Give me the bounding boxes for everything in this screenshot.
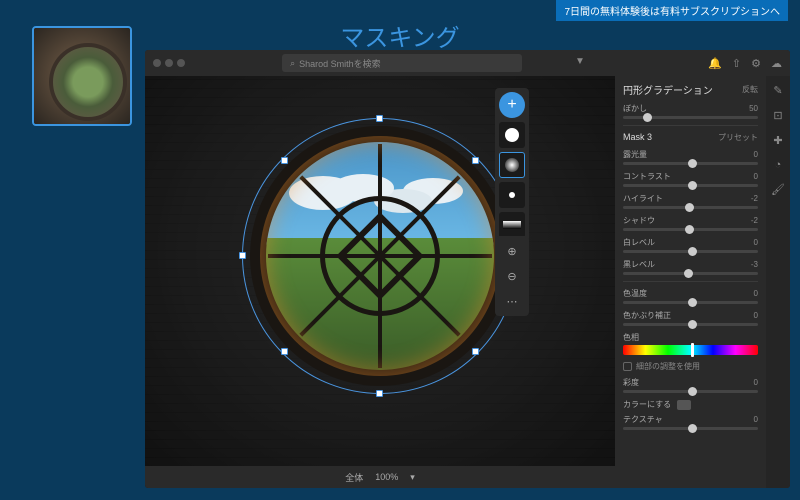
right-tool-strip: ✎ ⊡ ✚ ◔ 🖌: [766, 76, 790, 488]
top-toolbar: ⌕ Sharod Smithを検索 ▼ 🔔 ⇧ ⚙ ☁: [145, 50, 790, 76]
share-icon[interactable]: ⇧: [732, 57, 741, 70]
black-slider[interactable]: [623, 272, 758, 275]
preset-button[interactable]: プリセット: [718, 132, 758, 143]
rose-window: [250, 126, 510, 386]
main-area: + ⊕ ⊖ ⋯ 全体 100% ▾ 円形グラデーション 反転: [145, 76, 790, 488]
temp-label: 色温度: [623, 288, 647, 299]
checkbox-icon: [623, 362, 632, 371]
search-input[interactable]: ⌕ Sharod Smithを検索: [282, 54, 522, 72]
filter-icon[interactable]: ▼: [575, 56, 585, 67]
gear-icon[interactable]: ⚙: [751, 57, 761, 70]
hue-label: 色相: [623, 332, 639, 343]
white-slider[interactable]: [623, 250, 758, 253]
photo: [145, 76, 615, 466]
highlight-value: -2: [751, 194, 758, 203]
black-label: 黒レベル: [623, 259, 655, 270]
mask-tools-panel: ⊕ ⊖ ⋯: [495, 236, 529, 316]
mask-icon[interactable]: ◔: [775, 159, 782, 171]
canvas-bottombar: 全体 100% ▾: [145, 466, 615, 488]
saturation-slider[interactable]: [623, 390, 758, 393]
highlight-slider[interactable]: [623, 206, 758, 209]
search-placeholder: Sharod Smithを検索: [299, 57, 381, 70]
mask-item-4[interactable]: [499, 212, 525, 238]
texture-label: テクスチャ: [623, 414, 663, 425]
detail-checkbox[interactable]: 細部の調整を使用: [623, 361, 758, 372]
chevron-down-icon[interactable]: ▾: [410, 472, 415, 483]
mask-name-label: Mask 3: [623, 132, 652, 143]
mask-tool-add-icon[interactable]: ⊕: [499, 240, 525, 262]
panel-title: 円形グラデーション: [623, 82, 713, 97]
color-swatch[interactable]: [677, 400, 691, 410]
exposure-label: 露光量: [623, 149, 647, 160]
cloud-icon[interactable]: ☁: [771, 57, 782, 70]
tint-label: 色かぶり補正: [623, 310, 671, 321]
white-label: 白レベル: [623, 237, 655, 248]
thumbnail-image: [34, 28, 130, 124]
texture-value: 0: [754, 415, 758, 424]
zoom-level[interactable]: 100%: [375, 472, 398, 482]
black-value: -3: [751, 260, 758, 269]
feature-title: マスキング: [340, 18, 459, 53]
shadow-label: シャドウ: [623, 215, 655, 226]
shadow-slider[interactable]: [623, 228, 758, 231]
detail-check-label: 細部の調整を使用: [636, 361, 700, 372]
temp-value: 0: [754, 289, 758, 298]
blur-slider[interactable]: [623, 116, 758, 119]
search-icon: ⌕: [290, 58, 295, 69]
white-value: 0: [754, 238, 758, 247]
contrast-slider[interactable]: [623, 184, 758, 187]
mask-list-panel: +: [495, 88, 529, 242]
edit-icon[interactable]: ✎: [773, 84, 782, 97]
mask-item-3[interactable]: [499, 182, 525, 208]
brush-icon[interactable]: 🖌: [771, 183, 785, 196]
mask-tool-subtract-icon[interactable]: ⊖: [499, 265, 525, 287]
trial-banner: 7日間の無料体験後は有料サブスクリプションへ: [556, 0, 788, 21]
add-mask-button[interactable]: +: [499, 92, 525, 118]
hue-slider[interactable]: [623, 345, 758, 355]
contrast-label: コントラスト: [623, 171, 671, 182]
preview-thumbnail: [32, 26, 132, 126]
mask-item-1[interactable]: [499, 122, 525, 148]
saturation-value: 0: [754, 378, 758, 387]
contrast-value: 0: [754, 172, 758, 181]
exposure-value: 0: [754, 150, 758, 159]
window-controls[interactable]: [153, 59, 185, 67]
tint-value: 0: [754, 311, 758, 320]
saturation-label: 彩度: [623, 377, 639, 388]
canvas[interactable]: + ⊕ ⊖ ⋯ 全体 100% ▾: [145, 76, 615, 488]
highlight-label: ハイライト: [623, 193, 663, 204]
right-panel: 円形グラデーション 反転 ぼかし 50 Mask 3 プリセット 露光量 0: [615, 76, 790, 488]
fit-label[interactable]: 全体: [345, 471, 363, 484]
tint-slider[interactable]: [623, 323, 758, 326]
texture-slider[interactable]: [623, 427, 758, 430]
app-window: ⌕ Sharod Smithを検索 ▼ 🔔 ⇧ ⚙ ☁: [145, 50, 790, 488]
blur-label: ぼかし: [623, 103, 647, 114]
colorize-label: カラーにする: [623, 399, 671, 410]
blur-value: 50: [749, 104, 758, 113]
shadow-value: -2: [751, 216, 758, 225]
invert-button[interactable]: 反転: [742, 84, 758, 95]
temp-slider[interactable]: [623, 301, 758, 304]
exposure-slider[interactable]: [623, 162, 758, 165]
crop-icon[interactable]: ⊡: [773, 109, 782, 122]
heal-icon[interactable]: ✚: [773, 134, 782, 147]
bell-icon[interactable]: 🔔: [708, 57, 722, 70]
mask-item-2[interactable]: [499, 152, 525, 178]
mask-tool-menu-icon[interactable]: ⋯: [499, 290, 525, 312]
